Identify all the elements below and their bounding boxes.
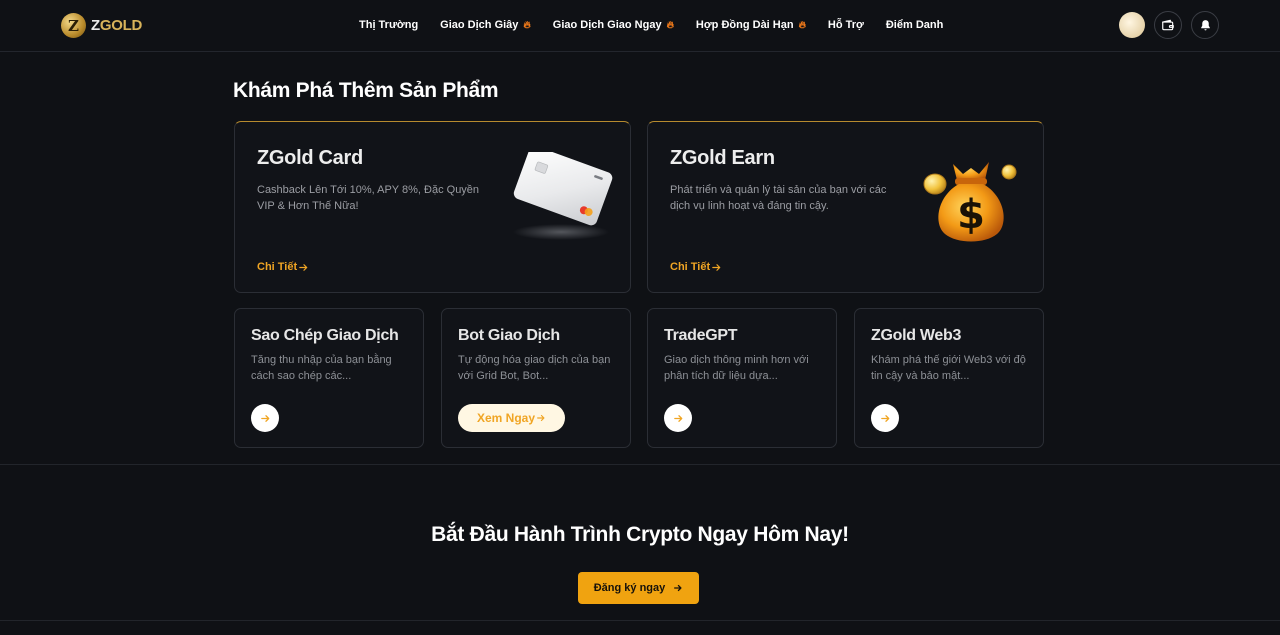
svg-text:$: $ [957,192,985,238]
logo[interactable]: Z ZGOLD [61,13,142,38]
nav-item-spot-trading[interactable]: Giao Dịch Giao Ngay 🔥︎ [553,19,674,31]
card-title: ZGold Card [257,147,363,169]
wallet-icon [1162,19,1174,31]
details-link-label: Chi Tiết [257,261,298,273]
nav-item-seconds-trading[interactable]: Giao Dịch Giây 🔥︎ [440,19,531,31]
cta-title: Bắt Đầu Hành Trình Crypto Ngay Hôm Nay! [431,523,849,546]
section-title: Khám Phá Thêm Sản Phẩm [233,79,499,102]
zgold-card-panel: ZGold Card Cashback Lên Tới 10%, APY 8%,… [234,121,631,293]
copy-trading-card[interactable]: Sao Chép Giao Dịch Tăng thu nhập của bạn… [234,308,424,448]
fire-icon: 🔥︎ [798,19,806,31]
logo-text-z: Z [91,17,100,34]
details-link[interactable]: Chi Tiết [257,261,309,273]
fire-icon: 🔥︎ [666,19,674,31]
logo-text: ZGOLD [91,17,142,34]
register-button[interactable]: Đăng ký ngay [578,572,699,604]
view-now-button[interactable]: Xem Ngay [458,404,565,432]
zgold-earn-panel: ZGold Earn Phát triển và quản lý tài sản… [647,121,1044,293]
card-description: Cashback Lên Tới 10%, APY 8%, Đặc Quyền … [257,184,480,212]
web3-card[interactable]: ZGold Web3 Khám phá thế giới Web3 với độ… [854,308,1044,448]
register-button-label: Đăng ký ngay [593,582,666,594]
go-button[interactable] [871,404,899,432]
nav-item-market[interactable]: Thị Trường [359,19,418,31]
arrow-right-icon [880,414,889,422]
card-title: Bot Giao Dịch [458,327,560,344]
nav-item-check-in[interactable]: Điểm Danh [886,19,943,31]
card-title: ZGold Web3 [871,327,962,344]
details-link[interactable]: Chi Tiết [670,261,722,273]
money-bag-image: $ [923,162,1017,242]
go-button[interactable] [664,404,692,432]
arrow-right-icon [299,263,308,271]
notification-button[interactable] [1191,11,1219,39]
card-title: Sao Chép Giao Dịch [251,327,399,344]
wallet-button[interactable] [1154,11,1182,39]
main-nav: Thị Trường Giao Dịch Giây 🔥︎ Giao Dịch Gi… [359,19,943,31]
trading-bot-card[interactable]: Bot Giao Dịch Tự động hóa giao dịch của … [441,308,631,448]
view-now-label: Xem Ngay [476,411,536,425]
nav-item-support[interactable]: Hỗ Trợ [828,19,864,31]
nav-item-label: Điểm Danh [885,19,944,31]
nav-item-label: Hợp Đồng Dài Hạn [695,19,794,31]
logo-text-gold: GOLD [99,17,143,34]
avatar[interactable] [1119,12,1145,38]
card-title: ZGold Earn [670,147,775,169]
go-button[interactable] [251,404,279,432]
arrow-right-icon [260,414,269,422]
tradegpt-card[interactable]: TradeGPT Giao dịch thông minh hơn với ph… [647,308,837,448]
section-divider [0,464,1280,465]
details-link-label: Chi Tiết [670,261,711,273]
arrow-right-icon [673,414,682,422]
card-description: Khám phá thế giới Web3 với độ tin cậy và… [871,354,1026,382]
arrow-right-icon [537,414,545,422]
nav-item-label: Thị Trường [359,19,419,31]
card-description: Phát triển và quản lý tài sản của bạn vớ… [670,184,887,212]
credit-card-image [513,152,613,240]
nav-item-label: Hỗ Trợ [827,19,864,31]
nav-item-label: Giao Dịch Giây [440,19,519,31]
card-description: Tự động hóa giao dịch của bạn với Grid B… [458,354,611,382]
nav-item-futures[interactable]: Hợp Đồng Dài Hạn 🔥︎ [696,19,806,31]
arrow-right-icon [712,263,721,271]
card-description: Giao dịch thông minh hơn với phân tích d… [664,354,809,382]
nav-item-label: Giao Dịch Giao Ngay [552,19,662,31]
header-actions [1119,11,1219,39]
bell-icon [1200,19,1210,30]
card-description: Tăng thu nhập của bạn bằng cách sao chép… [251,354,392,382]
fire-icon: 🔥︎ [523,19,531,31]
top-navbar: Z ZGOLD Thị Trường Giao Dịch Giây 🔥︎ Giao… [0,0,1280,52]
arrow-right-icon [674,584,682,592]
card-title: TradeGPT [664,327,738,344]
footer-divider [0,620,1280,621]
logo-badge-icon: Z [61,13,86,38]
